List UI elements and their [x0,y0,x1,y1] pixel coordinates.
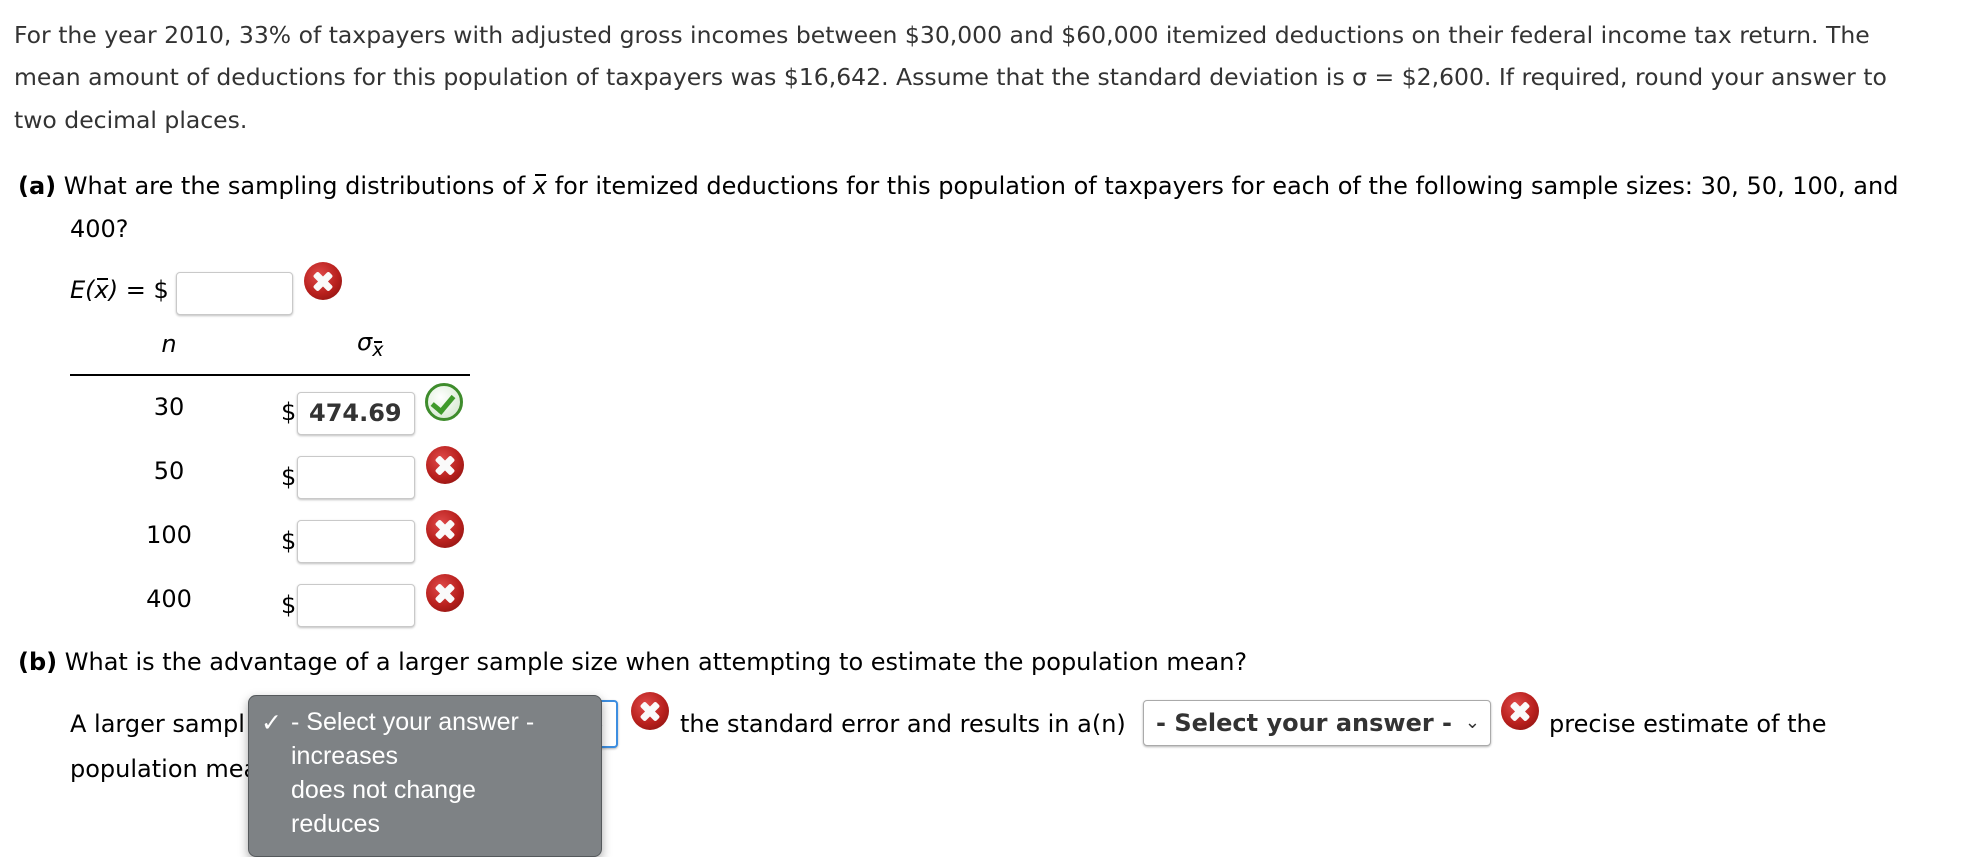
expected-e: E( [70,276,95,304]
expected-x-bar: x [94,276,109,304]
part-a-text-post: for itemized deductions for this populat… [554,172,1899,200]
table-row-n: 100 [146,521,192,549]
part-a-text-pre: What are the sampling distributions of [63,172,526,200]
part-b-label: (b) [18,648,58,676]
std-error-input-100[interactable] [297,520,415,563]
expected-value-input[interactable] [176,272,293,315]
chevron-down-icon: ⌄ [1464,712,1480,733]
part-b-text: What is the advantage of a larger sample… [64,648,1248,676]
currency-symbol: $ [281,591,297,619]
expected-equals: = $ [125,276,169,304]
problem-line-1: For the year 2010, 33% of taxpayers with… [14,21,1870,49]
table-header-rule [70,374,470,376]
x-circle-icon [426,574,464,612]
part-a-question: (a) What are the sampling distributions … [18,172,1898,200]
x-circle-icon [426,510,464,548]
table-row-n: 400 [146,585,192,613]
x-circle-icon [1501,692,1539,730]
expected-value-label: E(x) = $ [70,276,169,304]
part-a-question-line-2: 400? [70,215,129,243]
part-a-label: (a) [18,172,57,200]
end-text: precise estimate of the [1549,710,1827,738]
standard-error-dropdown-menu: ✓ - Select your answer - increases does … [248,695,602,857]
column-header-n: n [161,330,177,358]
precision-select[interactable]: - Select your answer - ⌄ [1143,700,1491,746]
precision-select-value: - Select your answer - [1156,709,1453,737]
sigma-symbol: σ [357,328,373,356]
dropdown-option[interactable]: does not change [291,776,476,805]
dropdown-option[interactable]: reduces [291,810,380,839]
problem-line-3: two decimal places. [14,106,248,134]
x-circle-icon [304,262,342,300]
table-row-n: 50 [153,457,185,485]
dropdown-option[interactable]: - Select your answer - [291,708,534,737]
currency-symbol: $ [281,463,297,491]
std-error-input-50[interactable] [297,456,415,499]
std-error-input-30[interactable]: 474.69 [297,392,415,435]
std-error-input-400[interactable] [297,584,415,627]
currency-symbol: $ [281,398,297,426]
x-circle-icon [426,446,464,484]
currency-symbol: $ [281,527,297,555]
problem-line-2: mean amount of deductions for this popul… [14,63,1887,91]
middle-text: the standard error and results in a(n) [680,710,1126,738]
sentence-line-2: population mea [70,755,259,783]
check-circle-icon [425,383,463,421]
x-circle-icon [631,692,669,730]
dropdown-option[interactable]: increases [291,742,398,771]
sentence-start: A larger sampl [70,710,245,738]
x-bar-subscript: x [372,338,384,361]
part-b-question: (b) What is the advantage of a larger sa… [18,648,1247,676]
checkmark-icon: ✓ [261,709,282,737]
expected-close: ) [108,276,119,304]
column-header-sigma-xbar: σx [357,328,383,361]
x-bar-symbol: x [532,172,548,200]
table-row-n: 30 [153,393,185,421]
